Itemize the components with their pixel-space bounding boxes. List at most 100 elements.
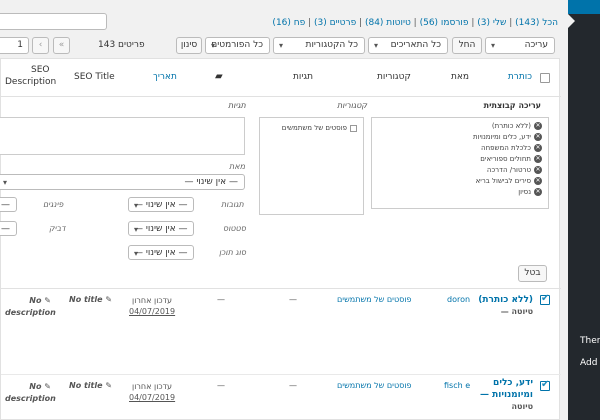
- prev-page-button[interactable]: ‹: [32, 37, 49, 54]
- column-author: מאת: [451, 72, 470, 82]
- category-checkbox[interactable]: [350, 124, 357, 132]
- pencil-icon[interactable]: ✎: [105, 295, 112, 304]
- post-name: תחולים ספוריאים: [480, 155, 531, 163]
- select-all-checkbox[interactable]: [540, 73, 550, 83]
- author-link[interactable]: doron: [447, 295, 470, 304]
- view-all[interactable]: הכל (143): [515, 18, 558, 28]
- comments-icon[interactable]: ▰: [215, 71, 223, 82]
- formats-select[interactable]: כל הפורמטים: [205, 37, 270, 54]
- pings-select[interactable]: —: [0, 197, 17, 212]
- list-item: ✕סירים לבישול בריא: [476, 177, 542, 185]
- pings-label: פינגים: [43, 200, 64, 209]
- view-mine[interactable]: שלי (3): [477, 18, 506, 28]
- remove-icon[interactable]: ✕: [534, 155, 542, 163]
- date-value: 04/07/2019: [129, 307, 176, 316]
- filter-button[interactable]: סינון: [176, 37, 202, 54]
- seo-title-value: No title ✎: [69, 295, 112, 304]
- seo-title-text: No title: [69, 295, 103, 304]
- list-item: ✕(ללא כותרת): [492, 122, 542, 130]
- column-seo-desc-line2[interactable]: Description: [5, 77, 56, 87]
- post-name: סירים לבישול בריא: [475, 177, 531, 185]
- view-published[interactable]: פורסמו (56): [420, 18, 469, 28]
- author-select[interactable]: — אין שינוי —: [0, 174, 245, 190]
- post-title-link-line2[interactable]: ומיומנויות —: [480, 390, 533, 400]
- seo-desc-line2: description: [5, 394, 56, 403]
- status-label: סטטוס: [223, 224, 246, 233]
- post-state: — טיוטה: [500, 307, 533, 316]
- seo-title-text: No title: [69, 381, 103, 390]
- admin-side-panel: Ther Add C: [568, 0, 600, 420]
- list-item: ✕נסיון: [518, 188, 542, 196]
- post-name: (ללא כותרת): [491, 122, 531, 130]
- row-checkbox[interactable]: [540, 293, 550, 305]
- table-row: ידע, כלים ומיומנויות — טיוטה fisch e פוס…: [1, 375, 561, 420]
- dates-select[interactable]: כל התאריכים: [368, 37, 448, 54]
- post-name: טרטור/ הדרכה: [486, 166, 531, 174]
- post-title-link[interactable]: ידע, כלים: [493, 378, 533, 388]
- tags-empty: —: [289, 381, 297, 390]
- column-seo-title[interactable]: SEO Title: [74, 72, 115, 82]
- separator: |: [506, 18, 516, 28]
- main-content: הכל (143) | שלי (3) | פורסמו (56) | טיוט…: [0, 0, 568, 420]
- format-select[interactable]: — אין שינוי —: [128, 245, 194, 260]
- view-private[interactable]: פרטיים (3): [314, 18, 356, 28]
- posts-table: כותרת מאת קטגוריות תגיות ▰ תאריך SEO Tit…: [0, 58, 561, 420]
- column-title[interactable]: כותרת: [508, 72, 532, 82]
- apply-button[interactable]: החל: [452, 37, 482, 54]
- seo-title-value: No title ✎: [69, 381, 112, 390]
- remove-icon[interactable]: ✕: [534, 144, 542, 152]
- categories-select[interactable]: כל הקטגוריות: [273, 37, 365, 54]
- date-status: עדכון אחרון: [132, 296, 172, 305]
- date-value: 04/07/2019: [129, 393, 176, 402]
- category-link[interactable]: פוסטים של משתמשים: [337, 295, 412, 304]
- row-checkbox[interactable]: [540, 379, 550, 391]
- comments-select[interactable]: — אין שינוי —: [128, 197, 194, 212]
- remove-icon[interactable]: ✕: [534, 188, 542, 196]
- post-state: טיוטה: [511, 402, 533, 411]
- bulk-posts-list[interactable]: ✕(ללא כותרת) ✕ידע, כלים ומיומנויות ✕כלכל…: [371, 117, 549, 209]
- column-date[interactable]: תאריך: [153, 72, 177, 82]
- first-page-button[interactable]: «: [53, 37, 70, 54]
- side-text-2[interactable]: Add C: [580, 358, 600, 368]
- pencil-icon[interactable]: ✎: [105, 381, 112, 390]
- list-item: ✕כלכלת המשפחה: [481, 144, 542, 152]
- seo-desc-value: No ✎ description: [5, 381, 56, 405]
- column-seo-desc-line1[interactable]: SEO: [31, 65, 49, 75]
- category-link[interactable]: פוסטים של משתמשים: [337, 381, 412, 390]
- column-categories: קטגוריות: [377, 72, 411, 82]
- pencil-icon[interactable]: ✎: [44, 296, 51, 305]
- current-page-input[interactable]: 1: [0, 37, 29, 54]
- bulk-action-select[interactable]: עריכה: [485, 37, 555, 54]
- categories-checklist[interactable]: פוסטים של משתמשים: [259, 117, 364, 215]
- status-views: הכל (143) | שלי (3) | פורסמו (56) | טיוט…: [272, 18, 558, 28]
- remove-icon[interactable]: ✕: [534, 177, 542, 185]
- seo-desc-line1: No: [29, 382, 42, 391]
- post-date: עדכון אחרון 04/07/2019: [129, 381, 175, 403]
- search-input[interactable]: [0, 13, 107, 30]
- remove-icon[interactable]: ✕: [534, 122, 542, 130]
- post-name: נסיון: [518, 188, 531, 196]
- menu-arrow: [568, 14, 575, 28]
- pencil-icon[interactable]: ✎: [44, 382, 51, 391]
- seo-desc-value: No ✎ description: [5, 295, 56, 319]
- view-trash[interactable]: פח (16): [272, 18, 305, 28]
- table-row: (ללא כותרת) — טיוטה doron פוסטים של משתמ…: [1, 289, 561, 375]
- post-title-link[interactable]: (ללא כותרת): [478, 295, 533, 305]
- view-drafts[interactable]: טיוטות (84): [365, 18, 411, 28]
- remove-icon[interactable]: ✕: [534, 133, 542, 141]
- category-option[interactable]: פוסטים של משתמשים: [282, 124, 357, 132]
- date-status: עדכון אחרון: [132, 382, 172, 391]
- table-header: כותרת מאת קטגוריות תגיות ▰ תאריך SEO Tit…: [1, 59, 561, 97]
- remove-icon[interactable]: ✕: [534, 166, 542, 174]
- status-select[interactable]: — אין שינוי —: [128, 221, 194, 236]
- sticky-select[interactable]: —: [0, 221, 17, 236]
- active-menu-indicator: [568, 0, 600, 14]
- tags-textarea[interactable]: [0, 117, 245, 155]
- comments-empty: —: [217, 381, 225, 390]
- cancel-button[interactable]: בטל: [518, 265, 547, 282]
- author-link[interactable]: fisch e: [444, 381, 470, 390]
- side-text-1: Ther: [580, 336, 600, 346]
- sticky-label: דביק: [49, 224, 66, 233]
- column-tags: תגיות: [293, 72, 314, 82]
- seo-desc-line1: No: [29, 296, 42, 305]
